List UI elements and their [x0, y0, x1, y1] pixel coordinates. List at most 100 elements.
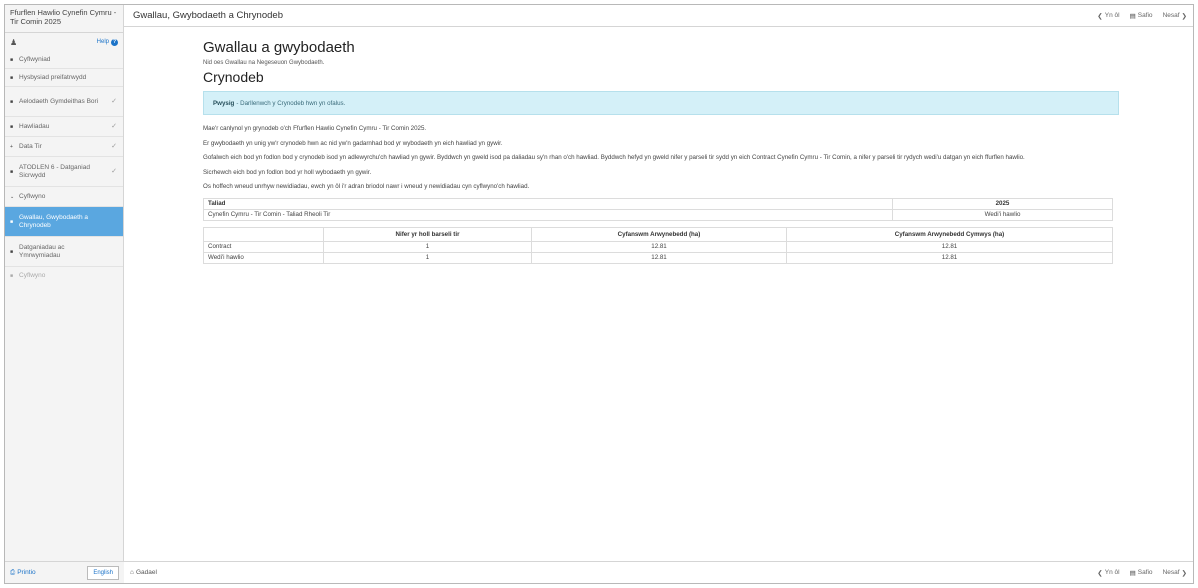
table-row: Cynefin Cymru - Tir Comin - Taliad Rheol… [203, 208, 1113, 221]
column-header [203, 226, 324, 242]
sidebar-item-label: Hawliadau [19, 122, 50, 130]
save-button[interactable]: ▤ Safio [1130, 569, 1153, 577]
language-button[interactable]: English [87, 565, 119, 580]
table-cell: Contract [203, 240, 324, 253]
sidebar-item-land-data[interactable]: + Data Tir ✓ [5, 137, 123, 157]
back-label: Yn ôl [1104, 569, 1120, 576]
print-button[interactable]: ⎙ Printio [10, 569, 36, 577]
close-label: Gadael [135, 569, 157, 576]
table-row: Wedi'i hawlio 1 12.81 12.81 [203, 251, 1113, 264]
chevron-left-icon: ❮ [1097, 569, 1103, 577]
errors-message: Nid oes Gwallau na Negeseuon Gwybodaeth. [203, 60, 325, 66]
sidebar-item-label: Aelodaeth Gymdeithas Bori [19, 97, 99, 105]
important-alert: Pwysig - Darllenwch y Crynodeb hwn yn of… [203, 91, 1119, 115]
help-link[interactable]: Help ? [96, 38, 118, 46]
next-button[interactable]: Nesaf ❯ [1163, 569, 1187, 577]
bullet-icon: ■ [10, 98, 14, 105]
payment-table: Taliad 2025 Cynefin Cymru - Tir Comin - … [203, 197, 1113, 221]
chevron-right-icon: ❯ [1181, 12, 1187, 20]
close-button[interactable]: ⌂ Gadael [130, 569, 157, 576]
next-label: Nesaf [1162, 569, 1180, 576]
printer-icon: ⎙ [10, 568, 16, 576]
alert-text: - Darllenwch y Crynodeb hwn yn ofalus. [236, 99, 346, 107]
column-header: Nifer yr holl barseli tir [323, 226, 532, 242]
sidebar-group-submit[interactable]: ⌄ Cyflwyno [5, 187, 123, 207]
sidebar-item-errors-summary[interactable]: ■ Gwallau, Gwybodaeth a Chrynodeb [5, 207, 123, 237]
bullet-icon: ■ [10, 273, 14, 279]
column-header: Cyfanswm Arwynebedd (ha) [531, 226, 787, 242]
sidebar-item-label: Datganiadau ac Ymrwymiadau [19, 243, 65, 259]
save-label: Safio [1137, 569, 1153, 576]
help-label: Help [96, 39, 109, 45]
save-label: Safio [1137, 12, 1153, 19]
app-title: Ffurflen Hawlio Cynefin Cymru - Tir Comi… [5, 5, 123, 33]
check-icon: ✓ [111, 97, 117, 105]
sidebar-footer: ⎙ Printio English [5, 561, 124, 583]
chevron-down-icon: ⌄ [10, 193, 15, 200]
sidebar-item-label: Data Tir [19, 142, 42, 150]
bullet-icon: ■ [10, 74, 14, 81]
sidebar-item-privacy[interactable]: ■ Hysbysiad preifatrwydd [5, 69, 123, 87]
bullet-icon: ■ [10, 218, 14, 225]
summary-heading: Crynodeb [203, 69, 264, 85]
top-bar: Gwallau, Gwybodaeth a Chrynodeb ❮ Yn ôl ▤… [124, 5, 1193, 27]
column-header: Cyfanswm Arwynebedd Cymwys (ha) [786, 226, 1113, 242]
table-row: Contract 1 12.81 12.81 [203, 240, 1113, 253]
table-cell: 12.81 [786, 240, 1113, 253]
plus-icon: + [10, 143, 13, 150]
sidebar-item-label: Hysbysiad preifatrwydd [19, 73, 87, 81]
bottom-bar: ⌂ Gadael ❮ Yn ôl ▤ Safio Nesaf ❯ [124, 561, 1193, 583]
page-title: Gwallau, Gwybodaeth a Chrynodeb [133, 10, 283, 21]
summary-paragraph: Er gwybodaeth yn unig yw'r crynodeb hwn … [203, 139, 503, 147]
table-cell: Wedi'i hawlio [203, 251, 324, 264]
alert-title: Pwysig [213, 99, 235, 107]
bullet-icon: ■ [10, 56, 14, 63]
back-button[interactable]: ❮ Yn ôl [1097, 12, 1119, 20]
bullet-icon: ■ [10, 168, 14, 175]
bullet-icon: ■ [10, 123, 14, 130]
user-icon[interactable]: ♟ [10, 38, 17, 47]
next-button[interactable]: Nesaf ❯ [1163, 12, 1187, 20]
table-cell: 1 [323, 251, 532, 264]
parcels-table: Nifer yr holl barseli tir Cyfanswm Arwyn… [203, 226, 1113, 264]
table-header-row: Nifer yr holl barseli tir Cyfanswm Arwyn… [203, 226, 1113, 242]
help-icon: ? [111, 38, 118, 46]
summary-paragraph: Sicrhewch eich bod yn fodlon bod yr holl… [203, 168, 372, 176]
sidebar-item-label: Cyflwyno [19, 192, 46, 200]
sidebar-item-cyflwyniad[interactable]: ■ Cyflwyniad [5, 51, 123, 69]
sidebar-item-label: Gwallau, Gwybodaeth a Chrynodeb [19, 213, 89, 229]
chevron-left-icon: ❮ [1097, 12, 1103, 20]
save-button[interactable]: ▤ Safio [1130, 12, 1153, 20]
column-header: 2025 [892, 197, 1113, 210]
sidebar-item-declarations[interactable]: ■ Datganiadau ac Ymrwymiadau [5, 237, 123, 267]
save-icon: ▤ [1129, 12, 1136, 20]
bullet-icon: ■ [10, 248, 14, 255]
next-label: Nesaf [1162, 12, 1180, 19]
top-nav-buttons: ❮ Yn ôl ▤ Safio Nesaf ❯ [1097, 12, 1187, 20]
errors-heading: Gwallau a gwybodaeth [203, 39, 355, 56]
sidebar-item-label: Cyflwyno [19, 272, 46, 279]
sidebar-item-grazing-membership[interactable]: ■ Aelodaeth Gymdeithas Bori ✓ [5, 87, 123, 117]
main-content: Gwallau a gwybodaeth Nid oes Gwallau na … [203, 39, 1119, 264]
summary-paragraph: Mae'r canlynol yn grynodeb o'ch Ffurflen… [203, 125, 427, 132]
chevron-right-icon: ❯ [1181, 569, 1187, 577]
back-label: Yn ôl [1104, 12, 1120, 19]
sidebar-item-label: Cyflwyniad [19, 55, 51, 63]
summary-paragraph: Os hoffech wneud unrhyw newidiadau, ewch… [203, 183, 530, 190]
sidebar-item-label: ATODLEN 6 - Datganiad Sicrwydd [19, 163, 90, 179]
table-cell: 1 [323, 240, 532, 253]
table-cell: Cynefin Cymru - Tir Comin - Taliad Rheol… [203, 208, 893, 221]
sidebar-item-claims[interactable]: ■ Hawliadau ✓ [5, 117, 123, 137]
home-icon: ⌂ [130, 569, 134, 576]
table-cell: 12.81 [531, 240, 787, 253]
table-cell: Wedi'i hawlio [892, 208, 1113, 221]
table-header-row: Taliad 2025 [203, 197, 1113, 210]
sidebar-item-schedule-6[interactable]: ■ ATODLEN 6 - Datganiad Sicrwydd ✓ [5, 157, 123, 187]
summary-paragraph: Gofalwch eich bod yn fodlon bod y crynod… [203, 154, 1025, 161]
sidebar-item-submit: ■ Cyflwyno [5, 267, 123, 285]
check-icon: ✓ [111, 122, 117, 130]
sidebar: Ffurflen Hawlio Cynefin Cymru - Tir Comi… [5, 5, 124, 583]
check-icon: ✓ [111, 142, 117, 150]
back-button[interactable]: ❮ Yn ôl [1097, 569, 1119, 577]
check-icon: ✓ [111, 167, 117, 175]
